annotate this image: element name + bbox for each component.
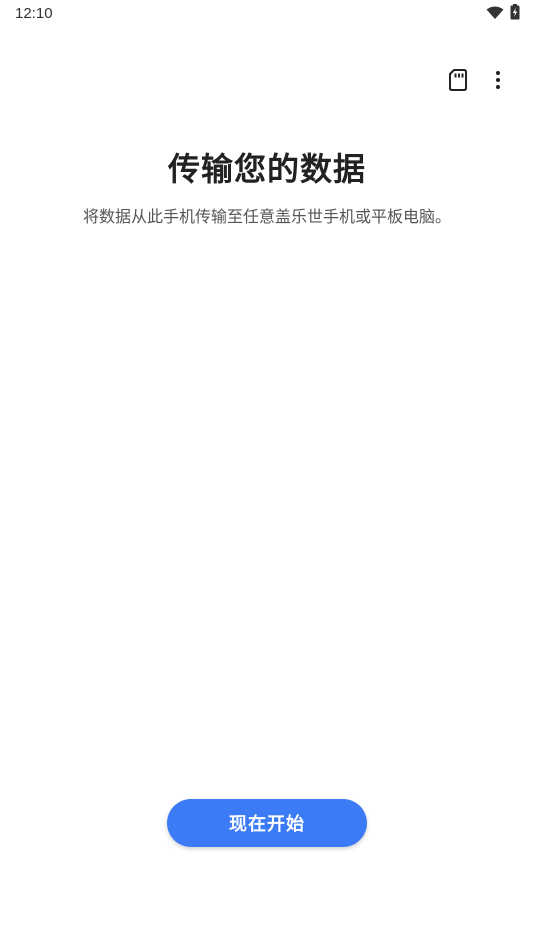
more-vert-icon[interactable] [484,66,512,94]
wifi-icon [486,5,504,24]
app-screen: 12:10 传输您的数据 将数据从此手机传输至任意盖乐世手机或平板电脑。 现在开… [0,0,534,950]
start-now-button[interactable]: 现在开始 [167,799,367,847]
status-time: 12:10 [15,5,53,22]
status-bar: 12:10 [0,0,534,28]
sd-card-icon[interactable] [444,66,472,94]
page-subtitle: 将数据从此手机传输至任意盖乐世手机或平板电脑。 [82,207,451,226]
page-title: 传输您的数据 [167,150,366,188]
status-icons [486,4,520,24]
battery-charging-icon [510,4,520,24]
